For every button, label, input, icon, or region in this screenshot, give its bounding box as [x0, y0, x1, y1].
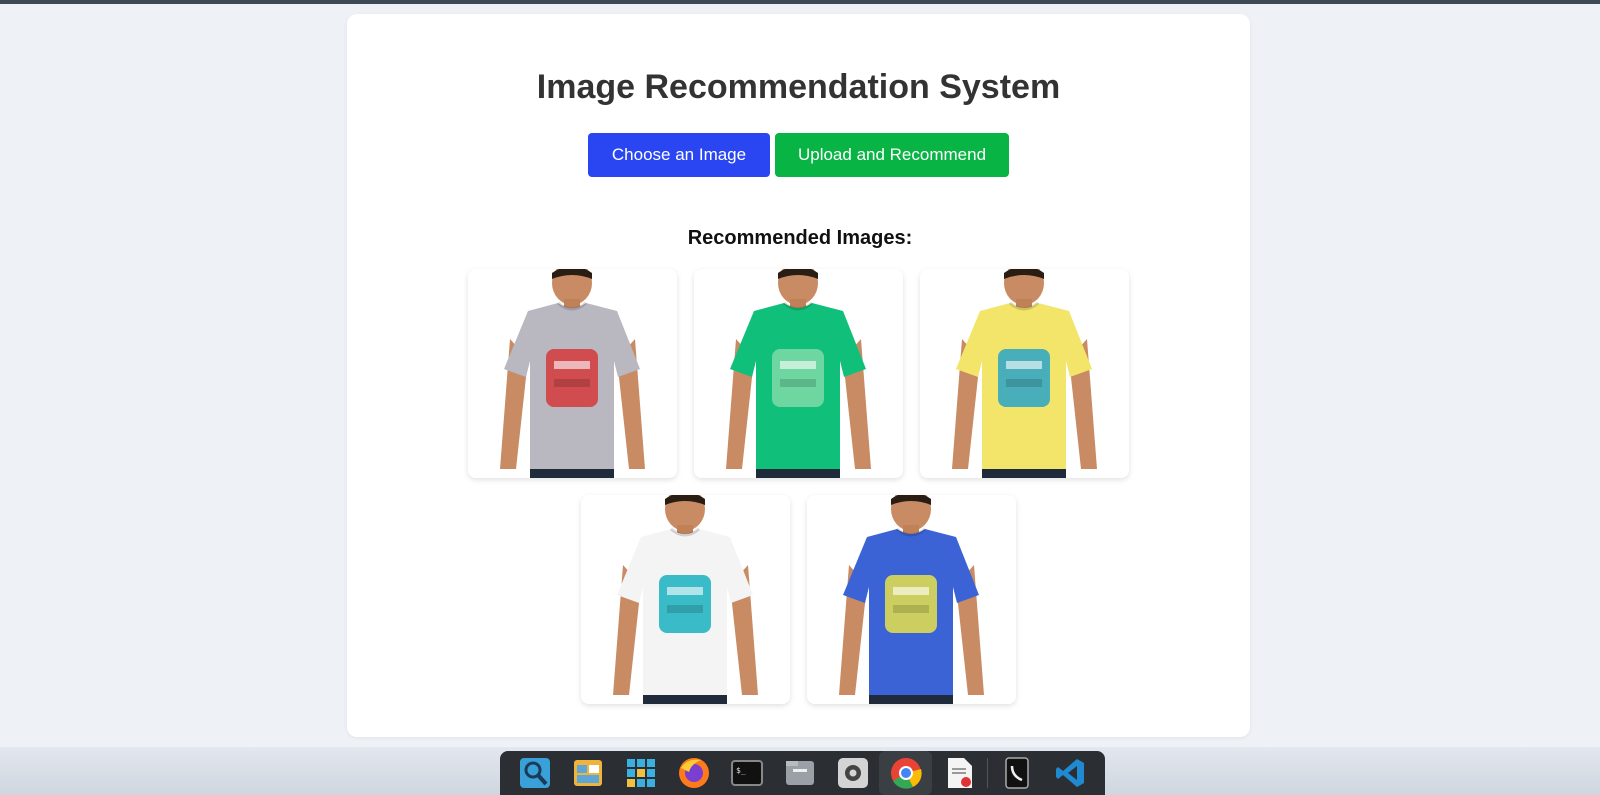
taskbar-dock: $_: [500, 751, 1105, 795]
files-icon: [785, 761, 814, 785]
recommended-images-heading: Recommended Images:: [687, 227, 913, 249]
settings-icon: [837, 758, 868, 788]
recommended-image[interactable]: [807, 495, 1016, 704]
tshirt-model-image: [581, 495, 790, 704]
dock-app-firefox[interactable]: [667, 751, 720, 795]
firefox-icon: [678, 758, 709, 788]
tshirt-model-image: [920, 269, 1129, 478]
dock-app-document-viewer[interactable]: [932, 751, 985, 795]
dock-app-phone[interactable]: [990, 751, 1043, 795]
terminal-icon: $_: [730, 760, 763, 786]
tshirt-model-image: [807, 495, 1016, 704]
search-icon: [519, 758, 550, 788]
page-title: Image Recommendation System: [536, 68, 1061, 106]
dock-app-chrome[interactable]: [879, 751, 932, 795]
dock-app-files[interactable]: [773, 751, 826, 795]
tshirt-model-image: [694, 269, 903, 478]
dock-app-vscode[interactable]: [1043, 751, 1096, 795]
phone-icon: [1004, 757, 1029, 789]
window-top-bar: [0, 0, 1600, 4]
document-viewer-icon: [947, 758, 972, 788]
recommended-image[interactable]: [581, 495, 790, 704]
app-grid-icon: [626, 759, 655, 787]
recommended-image[interactable]: [468, 269, 677, 478]
choose-image-button[interactable]: Choose an Image: [588, 133, 770, 177]
vscode-icon: [1055, 759, 1084, 787]
dock-app-search[interactable]: [508, 751, 561, 795]
recommended-image[interactable]: [694, 269, 903, 478]
upload-and-recommend-button[interactable]: Upload and Recommend: [775, 133, 1009, 177]
dock-app-window-manager[interactable]: [561, 751, 614, 795]
svg-text:$_: $_: [736, 766, 746, 775]
tshirt-model-image: [468, 269, 677, 478]
chrome-icon: [890, 758, 922, 789]
dock-app-settings[interactable]: [826, 751, 879, 795]
recommended-image[interactable]: [920, 269, 1129, 478]
dock-app-terminal[interactable]: $_: [720, 751, 773, 795]
dock-app-app-grid[interactable]: [614, 751, 667, 795]
window-manager-icon: [573, 760, 602, 786]
dock-separator: [987, 758, 988, 788]
